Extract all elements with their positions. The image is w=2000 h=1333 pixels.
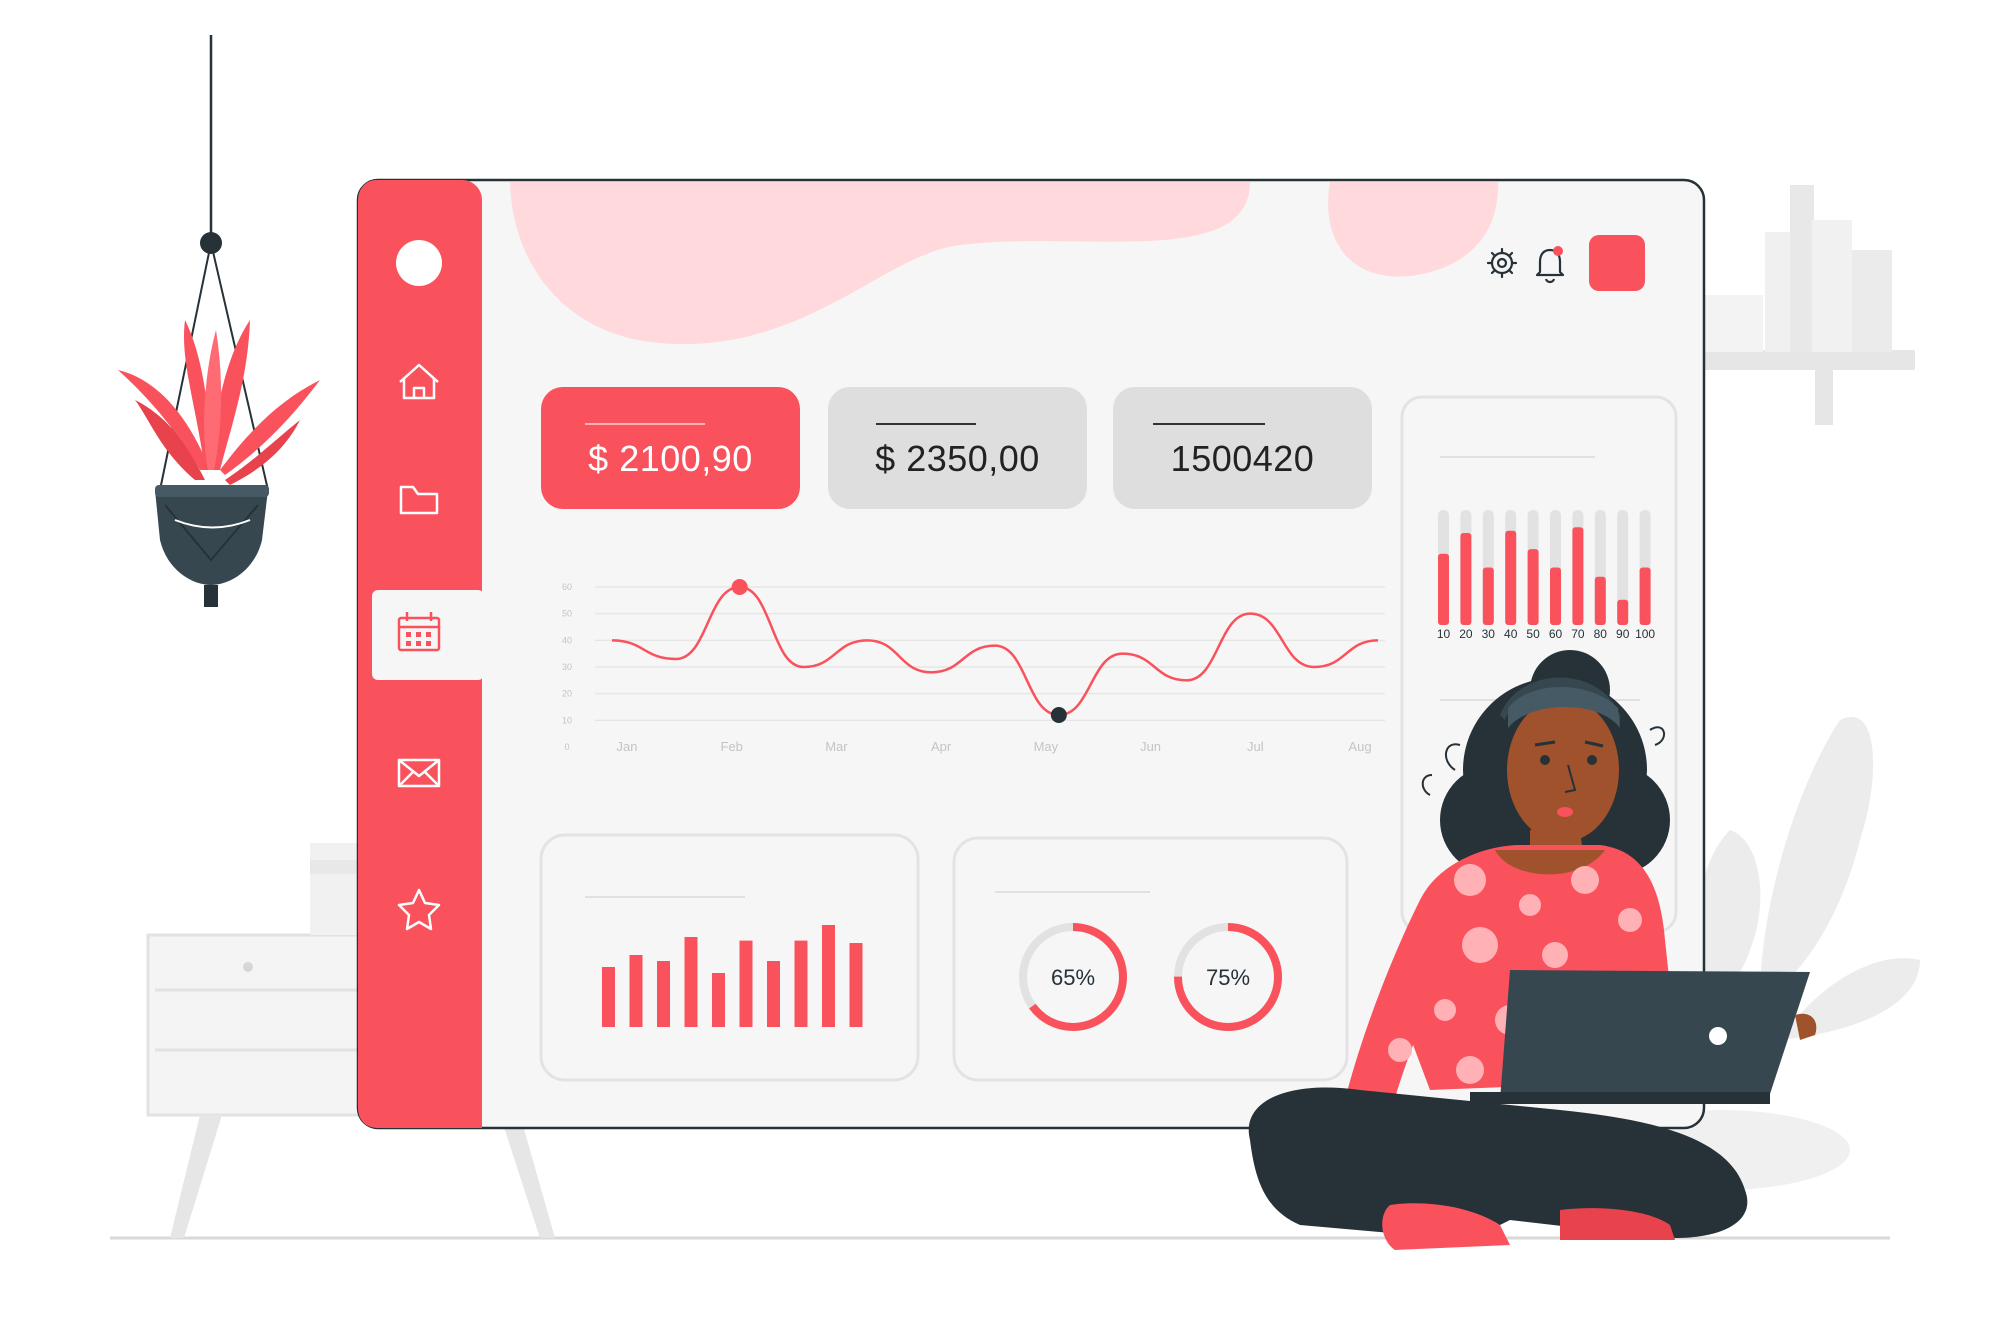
y-tick-label: 40	[562, 635, 572, 645]
stat-card-3-value: 1500420	[1170, 438, 1315, 479]
x-tick-label: Jul	[1247, 739, 1264, 754]
y-tick-label: 30	[562, 662, 572, 672]
profile-square[interactable]	[1589, 235, 1645, 291]
x-tick-label: Feb	[721, 739, 743, 754]
bar	[1460, 533, 1472, 625]
x-tick-label: 80	[1594, 627, 1608, 641]
highlight-point	[731, 579, 748, 595]
bar	[767, 961, 780, 1027]
bar	[712, 973, 725, 1027]
bar	[1550, 567, 1561, 625]
x-tick-label: 60	[1549, 627, 1563, 641]
x-tick-label: Jan	[617, 739, 638, 754]
y-tick-label: 10	[562, 715, 572, 725]
bar	[1527, 549, 1539, 625]
bar	[1594, 576, 1606, 625]
x-tick-label: Apr	[931, 739, 952, 754]
bar	[1572, 527, 1584, 625]
bar	[1617, 599, 1629, 625]
x-tick-label: Aug	[1348, 739, 1371, 754]
stat-card-2[interactable]: $ 2350,00	[828, 387, 1087, 509]
y-tick-label: 0	[564, 742, 569, 752]
y-tick-label: 50	[562, 609, 572, 619]
bar	[1639, 567, 1651, 625]
x-tick-label: 70	[1571, 627, 1585, 641]
donut-panel	[952, 836, 1349, 1082]
stat-card-3-line	[1153, 423, 1265, 425]
dashboard-illustration: 10 20 30 40 50 60 70 80 90 100 0 10 20 30 40 50 60 Jan Fe…	[110, 35, 1920, 1250]
bar	[822, 925, 835, 1027]
stat-card-2-line	[876, 423, 976, 425]
bar	[657, 961, 670, 1027]
stat-card-1-value: $ 2100,90	[588, 438, 753, 479]
y-tick-label: 60	[562, 582, 572, 592]
donut-label: 75%	[1206, 965, 1250, 990]
hanging-plant	[118, 35, 320, 607]
x-tick-label: 30	[1482, 627, 1496, 641]
x-tick-label: 20	[1459, 627, 1473, 641]
stat-card-2-value: $ 2350,00	[875, 438, 1040, 479]
donut-label: 65%	[1051, 965, 1095, 990]
x-tick-label: 90	[1616, 627, 1630, 641]
stat-card-3[interactable]: 1500420	[1113, 387, 1372, 509]
y-tick-label: 20	[562, 689, 572, 699]
stat-card-1-line	[585, 423, 705, 425]
bar	[1438, 553, 1449, 625]
bar	[794, 940, 808, 1027]
avatar[interactable]	[396, 240, 442, 286]
x-tick-label: 40	[1504, 627, 1518, 641]
bar	[739, 940, 753, 1027]
x-tick-label: 10	[1437, 627, 1451, 641]
stat-card-1[interactable]: $ 2100,90	[541, 387, 800, 509]
x-tick-label: Jun	[1140, 739, 1161, 754]
bar	[1482, 567, 1494, 625]
x-tick-label: Mar	[825, 739, 848, 754]
bar	[849, 943, 863, 1027]
wall-shelf	[1700, 185, 1915, 425]
x-tick-label: 100	[1635, 627, 1655, 641]
bar	[684, 937, 698, 1027]
bar	[629, 955, 643, 1027]
sidebar	[358, 180, 484, 1128]
highlight-point	[1050, 707, 1067, 723]
bar	[1505, 530, 1517, 625]
bar	[602, 967, 615, 1027]
x-tick-label: May	[1034, 739, 1059, 754]
x-tick-label: 50	[1526, 627, 1540, 641]
